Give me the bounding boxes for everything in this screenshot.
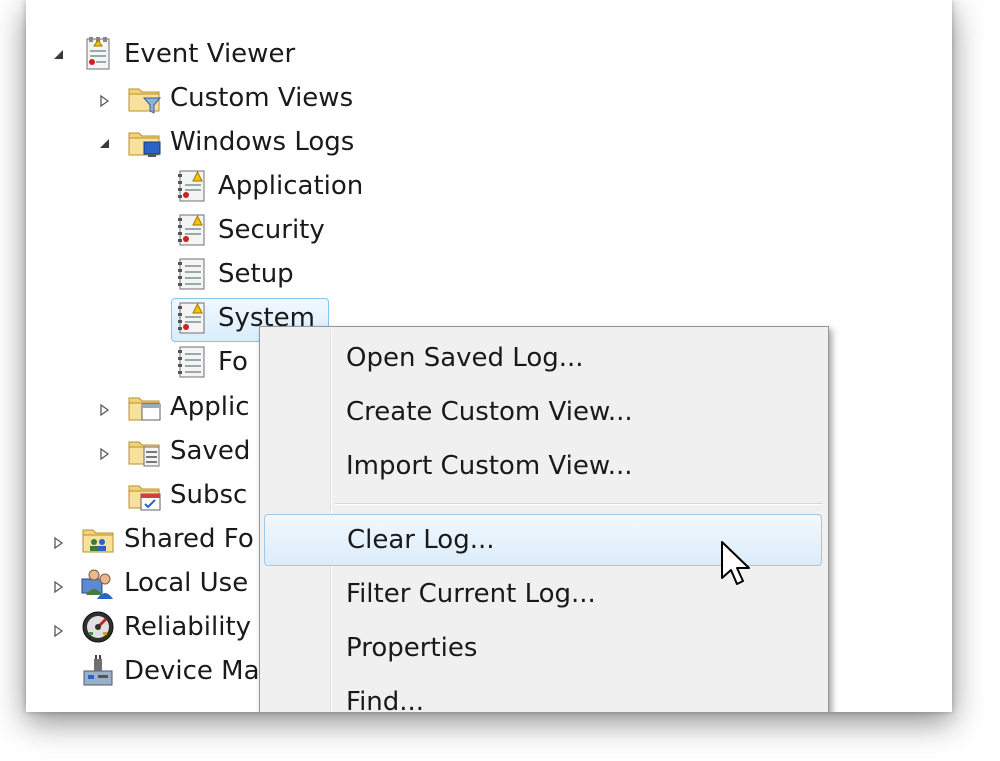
collapse-arrow-icon[interactable] [48, 44, 68, 64]
menu-item-label: Import Custom View... [346, 451, 633, 481]
folder-filter-icon [126, 80, 162, 116]
tree-item-reliability[interactable]: Reliability [80, 607, 251, 647]
collapse-arrow-icon[interactable] [94, 133, 114, 153]
tree-item-label: Local Use [124, 568, 249, 598]
expand-arrow-icon[interactable] [48, 533, 68, 553]
log-icon [174, 344, 210, 380]
menu-item-label: Filter Current Log... [346, 579, 596, 609]
expand-arrow-icon[interactable] [48, 577, 68, 597]
tree-item-label: Device Ma [124, 656, 260, 686]
event-viewer-window: Event Viewer Custom Views Windows Logs A… [26, 0, 952, 712]
menu-item-find[interactable]: Find... [264, 677, 820, 712]
expand-arrow-icon[interactable] [94, 91, 114, 111]
tree-item-local-users[interactable]: Local Use [80, 563, 248, 603]
tree-item-subscriptions[interactable]: Subsc [126, 475, 247, 515]
tree-item-label: Setup [218, 259, 294, 289]
log-warning-icon [174, 212, 210, 248]
reliability-icon [80, 609, 116, 645]
tree-item-label: Security [218, 215, 325, 245]
tree-item-forwarded[interactable]: Fo [174, 342, 248, 382]
tree-item-label: Shared Fo [124, 524, 254, 554]
menu-item-properties[interactable]: Properties [264, 623, 820, 673]
mouse-pointer-icon [721, 541, 750, 585]
tree-item-shared-folders[interactable]: Shared Fo [80, 519, 254, 559]
tree-item-security[interactable]: Security [174, 210, 325, 250]
tree-item-label: Subsc [170, 480, 248, 510]
folder-computer-icon [126, 124, 162, 160]
tree-item-label: Custom Views [170, 83, 354, 113]
menu-item-label: Clear Log... [347, 525, 495, 555]
tree-item-setup[interactable]: Setup [174, 254, 294, 294]
expand-arrow-icon[interactable] [94, 444, 114, 464]
tree-item-label: Applic [170, 392, 250, 422]
device-manager-icon [80, 653, 116, 689]
users-icon [80, 565, 116, 601]
tree-item-saved-logs[interactable]: Saved [126, 431, 250, 471]
context-menu: Open Saved Log... Create Custom View... … [259, 326, 829, 712]
menu-item-label: Find... [346, 687, 425, 712]
shared-folders-icon [80, 521, 116, 557]
tree-item-label: Reliability [124, 612, 252, 642]
folder-window-icon [126, 389, 162, 425]
menu-item-open-saved-log[interactable]: Open Saved Log... [264, 333, 820, 383]
menu-item-import-custom-view[interactable]: Import Custom View... [264, 441, 820, 491]
menu-item-label: Properties [346, 633, 478, 663]
tree-item-label: Saved [170, 436, 251, 466]
menu-item-label: Create Custom View... [346, 397, 633, 427]
menu-item-label: Open Saved Log... [346, 343, 584, 373]
tree-item-label: Application [218, 171, 364, 201]
tree-item-label: Windows Logs [170, 127, 355, 157]
menu-item-create-custom-view[interactable]: Create Custom View... [264, 387, 820, 437]
tree-item-application[interactable]: Application [174, 166, 363, 206]
expand-arrow-icon[interactable] [94, 400, 114, 420]
tree-item-event-viewer[interactable]: Event Viewer [80, 34, 295, 74]
tree-item-label: Fo [218, 347, 248, 377]
log-warning-icon [174, 168, 210, 204]
event-viewer-icon [80, 36, 116, 72]
expand-arrow-icon[interactable] [48, 621, 68, 641]
log-warning-icon [174, 300, 210, 336]
tree-item-device-manager[interactable]: Device Ma [80, 651, 260, 691]
folder-calendar-icon [126, 477, 162, 513]
tree-item-custom-views[interactable]: Custom Views [126, 78, 353, 118]
tree-item-applications-services[interactable]: Applic [126, 387, 250, 427]
log-icon [174, 256, 210, 292]
tree-item-windows-logs[interactable]: Windows Logs [126, 122, 354, 162]
tree-item-label: Event Viewer [124, 39, 296, 69]
menu-separator [335, 503, 822, 505]
folder-list-icon [126, 433, 162, 469]
